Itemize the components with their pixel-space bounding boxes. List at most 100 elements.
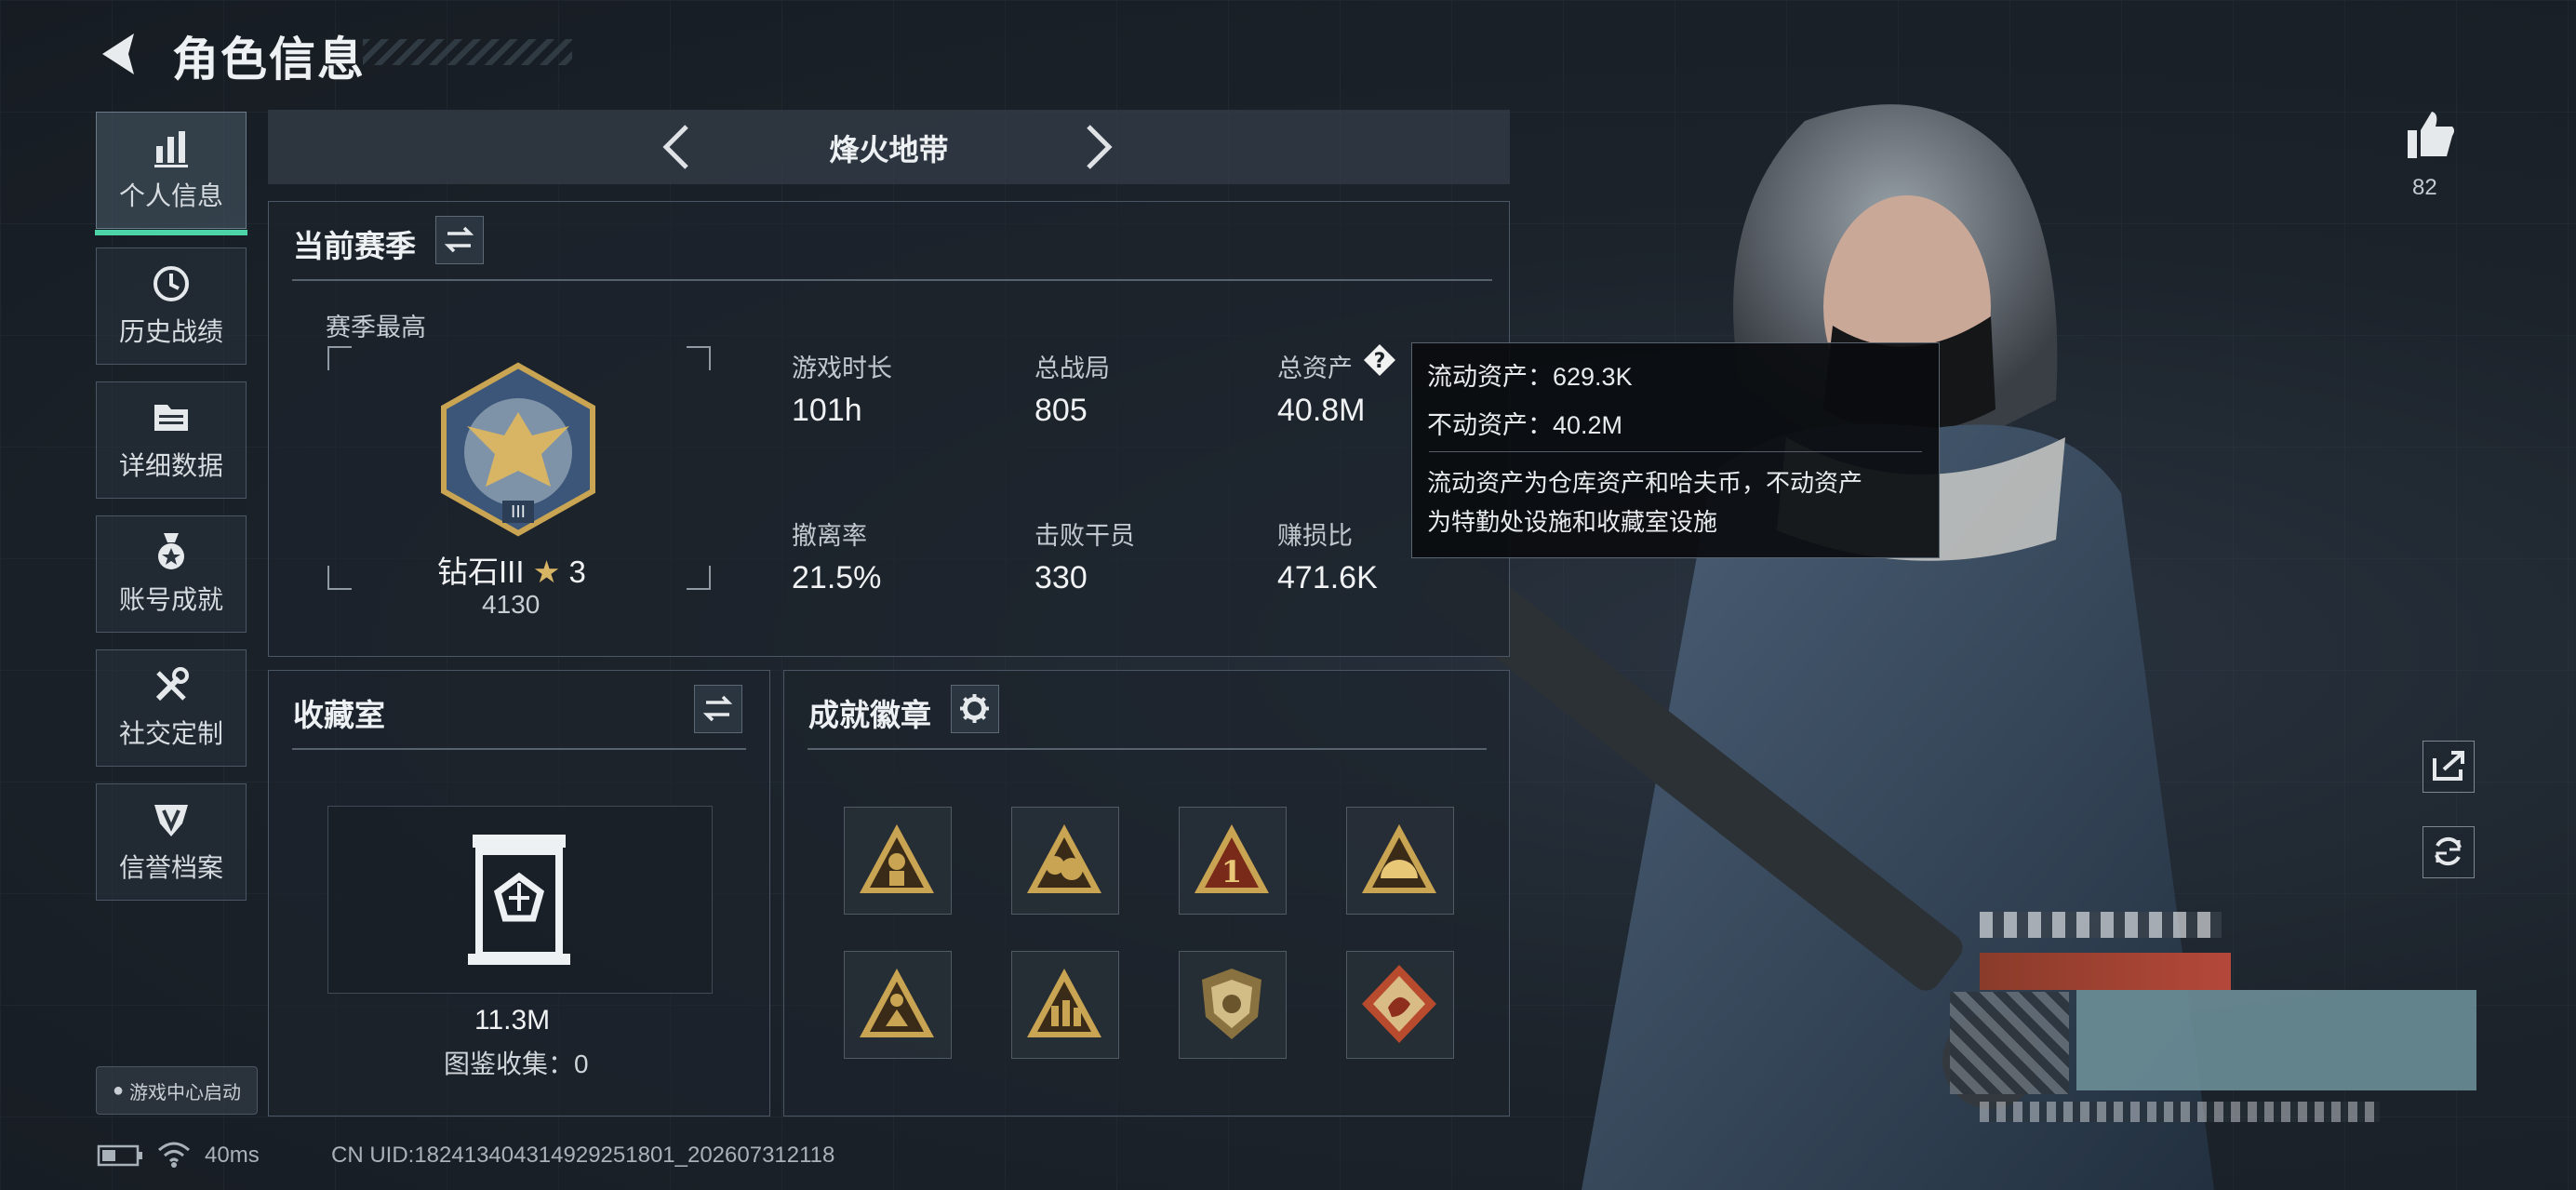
badge-slot[interactable] [1011, 951, 1119, 1059]
badge-slot[interactable] [1011, 807, 1119, 915]
launcher-label: 游戏中心启动 [129, 1082, 242, 1103]
nav-label: 详细数据 [118, 451, 223, 480]
launcher-icon: ● [112, 1079, 125, 1101]
svg-text:?: ? [1374, 350, 1386, 373]
tooltip-fixed: 不动资产：40.2M [1427, 411, 1623, 439]
vault-icon [468, 835, 570, 965]
stat-value: 101h [792, 393, 862, 428]
nav-label: 账号成就 [118, 585, 223, 614]
uid-text: CN UID:18241340431492925​1801_2026073121… [331, 1143, 835, 1168]
nav-label: 个人信息 [118, 181, 223, 210]
season-divider [292, 279, 1492, 281]
player-banner-obscured [2076, 990, 2476, 1090]
stat-label: 游戏时长 [792, 354, 892, 382]
badge-slot[interactable] [1346, 807, 1454, 915]
diamond-rank-emblem-icon: III [441, 362, 595, 537]
season-swap-button[interactable] [435, 216, 484, 264]
rank-stars: 3 [568, 555, 586, 589]
badge-slot[interactable] [844, 951, 952, 1059]
player-avatar-obscured [1950, 992, 2069, 1094]
title-decoration [363, 39, 572, 65]
tooltip-liquid: 流动资产：629.3K [1427, 363, 1633, 391]
history-clock-icon [153, 266, 189, 301]
stat-value: 21.5% [792, 560, 882, 595]
stat-label: 总资产 [1277, 354, 1353, 382]
badge-slot[interactable] [1346, 951, 1454, 1059]
player-title-obscured [1980, 953, 2231, 990]
medal-icon [158, 533, 184, 569]
codex-count: 图鉴收集：0 [444, 1050, 589, 1078]
chevron-left-icon[interactable] [649, 117, 709, 177]
sunrise-badge-icon [1362, 824, 1436, 893]
nav-item-history[interactable]: 历史战绩 [96, 247, 247, 365]
refresh-button[interactable] [2423, 826, 2475, 878]
mode-title: 烽火地带 [829, 133, 949, 167]
shield-icon [154, 805, 188, 836]
rank-points: 4130 [482, 590, 541, 619]
badge-slot[interactable]: 1 [1179, 807, 1287, 915]
badge-slot[interactable] [1179, 951, 1287, 1059]
collection-display[interactable] [327, 806, 713, 994]
player-info-obscured [1980, 1102, 2380, 1122]
folder-data-icon [154, 405, 188, 431]
svg-text:III: III [511, 502, 526, 522]
lion-shield-badge-icon [1202, 969, 1261, 1039]
gear-icon [960, 694, 989, 723]
swap-arrows-icon [702, 695, 733, 722]
player-name-obscured [1980, 912, 2222, 938]
tooltip-divider [1429, 451, 1922, 452]
battery-icon [97, 1144, 142, 1167]
svg-text:1: 1 [1221, 854, 1242, 889]
nav-item-detailed-data[interactable]: 详细数据 [96, 381, 247, 499]
collection-divider [292, 748, 746, 750]
treasure-badge-icon [1027, 824, 1101, 893]
game-center-launch-button[interactable]: ● 游戏中心启动 [96, 1066, 258, 1115]
stat-label: 总战局 [1034, 354, 1110, 382]
sitting-figure-badge-icon [860, 969, 934, 1037]
collection-title: 收藏室 [293, 698, 385, 732]
season-title: 当前赛季 [293, 229, 416, 263]
squad-badge-icon [1027, 969, 1101, 1037]
badges-settings-button[interactable] [951, 685, 999, 733]
stat-label: 击败干员 [1034, 522, 1135, 550]
stat-value: 40.8M [1277, 393, 1366, 428]
nav-item-social-custom[interactable]: 社交定制 [96, 649, 247, 767]
stat-value: 330 [1034, 560, 1088, 595]
bar-chart-icon [154, 131, 188, 167]
season-best-label: 赛季最高 [326, 314, 426, 341]
like-count: 82 [2412, 175, 2437, 200]
refresh-icon [2435, 836, 2462, 866]
stat-label: 赚损比 [1277, 522, 1353, 550]
badges-divider [808, 748, 1487, 750]
share-button[interactable] [2423, 741, 2475, 793]
ping-value: 40ms [205, 1143, 260, 1168]
number-one-badge-icon: 1 [1195, 824, 1269, 893]
share-icon [2433, 751, 2464, 781]
stat-label: 撤离率 [792, 522, 867, 550]
page-title: 角色信息 [172, 33, 366, 86]
nav-label: 信誉档案 [118, 853, 223, 882]
badge-slot[interactable] [844, 807, 952, 915]
collection-swap-button[interactable] [694, 685, 742, 733]
nav-item-achievements[interactable]: 账号成就 [96, 515, 247, 633]
help-icon[interactable]: ? [1362, 342, 1397, 378]
nav-item-credit-record[interactable]: 信誉档案 [96, 783, 247, 901]
mode-selector: 烽火地带 [268, 110, 1510, 184]
tooltip-desc-2: 为特勤处设施和收藏室设施 [1427, 508, 1718, 536]
thumbs-up-icon[interactable] [2404, 108, 2458, 162]
chevron-right-icon[interactable] [1066, 117, 1126, 177]
tools-icon [155, 667, 189, 702]
stat-value: 805 [1034, 393, 1088, 428]
tooltip-desc-1: 流动资产为仓库资产和哈夫币，不动资产 [1427, 469, 1863, 497]
wifi-icon [158, 1142, 190, 1168]
swap-arrows-icon [444, 226, 474, 253]
collection-value: 11.3M [474, 1005, 551, 1036]
rank-star-icon: ★ [532, 555, 561, 589]
badges-title: 成就徽章 [808, 698, 931, 732]
nav-label: 历史战绩 [118, 317, 223, 346]
stat-value: 471.6K [1277, 560, 1378, 595]
assets-tooltip: 流动资产：629.3K 不动资产：40.2M 流动资产为仓库资产和哈夫币，不动资… [1411, 342, 1940, 558]
back-arrow-icon[interactable] [93, 26, 149, 82]
rank-name: 钻石III [437, 555, 525, 589]
nav-item-personal-info[interactable]: 个人信息 [95, 112, 247, 235]
